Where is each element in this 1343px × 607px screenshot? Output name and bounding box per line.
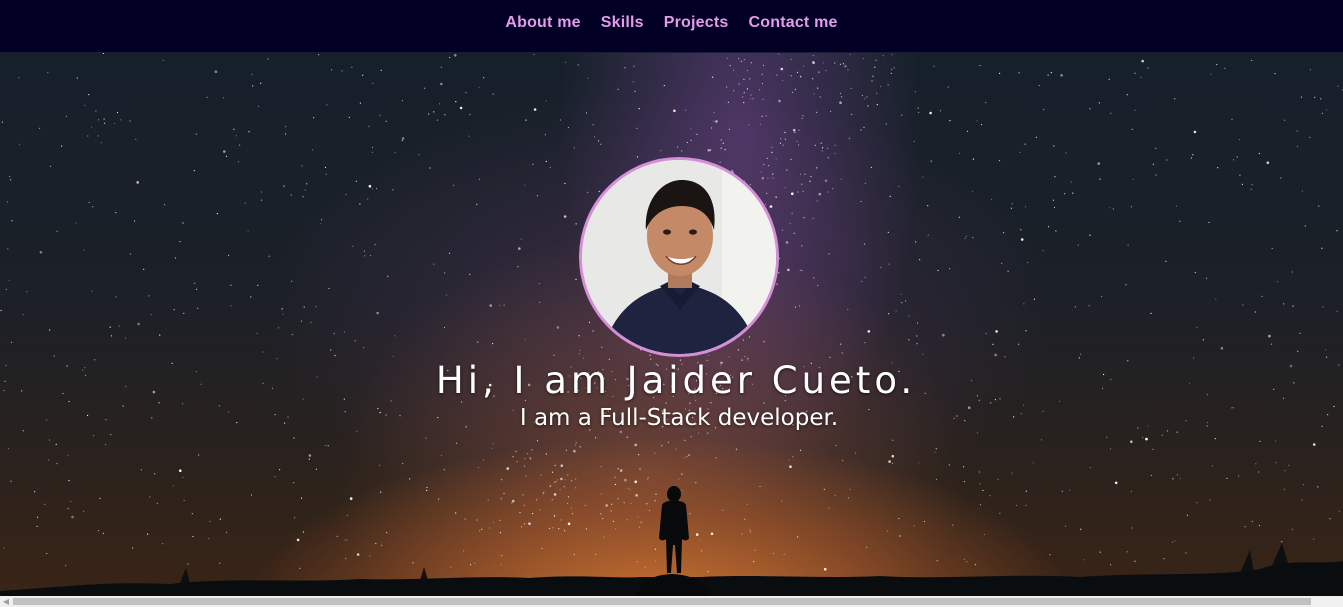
hero-title: Hi, I am Jaider Cueto. bbox=[435, 359, 917, 402]
nav-link-projects[interactable]: Projects bbox=[664, 14, 729, 32]
hero-subtitle: I am a Full-Stack developer. bbox=[519, 405, 839, 431]
scrollbar-thumb[interactable] bbox=[13, 598, 1311, 605]
nav-link-contact-me[interactable]: Contact me bbox=[749, 14, 838, 32]
profile-photo bbox=[582, 160, 776, 354]
top-navbar: About me Skills Projects Contact me bbox=[0, 0, 1343, 53]
nav-link-about-me[interactable]: About me bbox=[505, 14, 580, 32]
scroll-left-arrow-icon[interactable]: ◀ bbox=[0, 596, 12, 607]
profile-avatar bbox=[579, 157, 779, 357]
hero-section: Hi, I am Jaider Cueto. I am a Full-Stack… bbox=[0, 53, 1343, 596]
nav-link-skills[interactable]: Skills bbox=[601, 14, 644, 32]
horizontal-scrollbar[interactable]: ◀ bbox=[0, 596, 1343, 607]
